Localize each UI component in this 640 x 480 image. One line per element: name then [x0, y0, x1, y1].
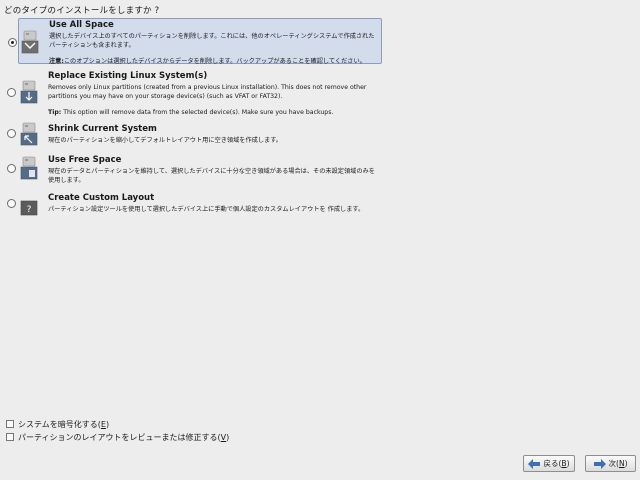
mnemonic: N: [618, 459, 625, 468]
option-use-free-space[interactable]: Use Free Space 現在のデータとパーティションを維持して、選択したデ…: [7, 154, 382, 184]
option-title: Shrink Current System: [48, 124, 157, 134]
install-type-question: どのタイプのインストールをしますか ?: [4, 6, 160, 16]
radio-shrink-current[interactable]: [7, 129, 16, 138]
radio-replace-linux[interactable]: [7, 88, 16, 97]
radio-custom-layout[interactable]: [7, 199, 16, 208]
option-note: 注意:このオプションは選択したデバイスからデータを削除します。バックアップがある…: [49, 57, 377, 66]
option-title: Replace Existing Linux System(s): [48, 71, 208, 81]
option-description: 選択したデバイス上のすべてのパーティションを削除します。これには、他のオペレーテ…: [49, 33, 375, 49]
option-custom-layout[interactable]: ? Create Custom Layout パーティション設定ツールを使用して…: [7, 192, 382, 218]
option-title: Use All Space: [49, 20, 114, 30]
mnemonic: V: [220, 433, 227, 442]
drive-shrink-icon: [20, 122, 38, 146]
option-use-all-space[interactable]: Use All Space 選択したデバイス上のすべてのパーティションを削除しま…: [8, 18, 382, 66]
encrypt-system-checkbox[interactable]: システムを暗号化する(E): [6, 419, 109, 430]
checkbox-label: システムを暗号化する: [18, 420, 98, 429]
note-text: This option will remove data from the se…: [63, 109, 334, 116]
option-title: Use Free Space: [48, 155, 122, 165]
checkbox-box[interactable]: [6, 433, 14, 441]
option-shrink-current[interactable]: Shrink Current System 現在のパーティションを縮小してデフォ…: [7, 122, 382, 149]
option-note: Tip: This option will remove data from t…: [48, 108, 378, 117]
svg-text:?: ?: [27, 205, 32, 215]
option-description: Removes only Linux partitions (created f…: [48, 84, 367, 100]
mnemonic: E: [100, 420, 106, 429]
drive-replace-linux-icon: [20, 80, 38, 104]
note-text: このオプションは選択したデバイスからデータを削除します。バックアップがあることを…: [63, 58, 366, 65]
mnemonic: B: [561, 459, 567, 468]
back-button[interactable]: 戻る(B): [523, 455, 575, 472]
drive-custom-layout-icon: ?: [20, 200, 38, 216]
next-label: 次: [608, 459, 617, 468]
checkbox-box[interactable]: [6, 420, 14, 428]
note-label: 注意:: [49, 58, 64, 65]
option-description: 現在のデータとパーティションを維持して、選択したデバイスに十分な空き領域がある場…: [48, 168, 375, 184]
checkbox-label: パーティションのレイアウトをレビューまたは修正する: [18, 433, 218, 442]
option-description: 現在のパーティションを縮小してデフォルトレイアウト用に空き領域を作成します。: [48, 137, 282, 144]
next-button[interactable]: 次(N): [585, 455, 636, 472]
note-label: Tip:: [48, 109, 62, 116]
option-title: Create Custom Layout: [48, 193, 155, 203]
radio-use-all-space[interactable]: [8, 38, 17, 47]
arrow-right-icon: [593, 458, 606, 469]
drive-erase-all-icon: [21, 30, 39, 54]
drive-free-space-icon: [20, 156, 38, 180]
arrow-left-icon: [528, 458, 541, 469]
back-label: 戻る: [543, 459, 559, 468]
option-description: パーティション設定ツールを使用して選択したデバイス上に手動で個人設定のカスタムレ…: [48, 206, 365, 213]
option-replace-linux[interactable]: Replace Existing Linux System(s) Removes…: [7, 70, 382, 117]
review-layout-checkbox[interactable]: パーティションのレイアウトをレビューまたは修正する(V): [6, 432, 229, 443]
radio-use-free-space[interactable]: [7, 164, 16, 173]
